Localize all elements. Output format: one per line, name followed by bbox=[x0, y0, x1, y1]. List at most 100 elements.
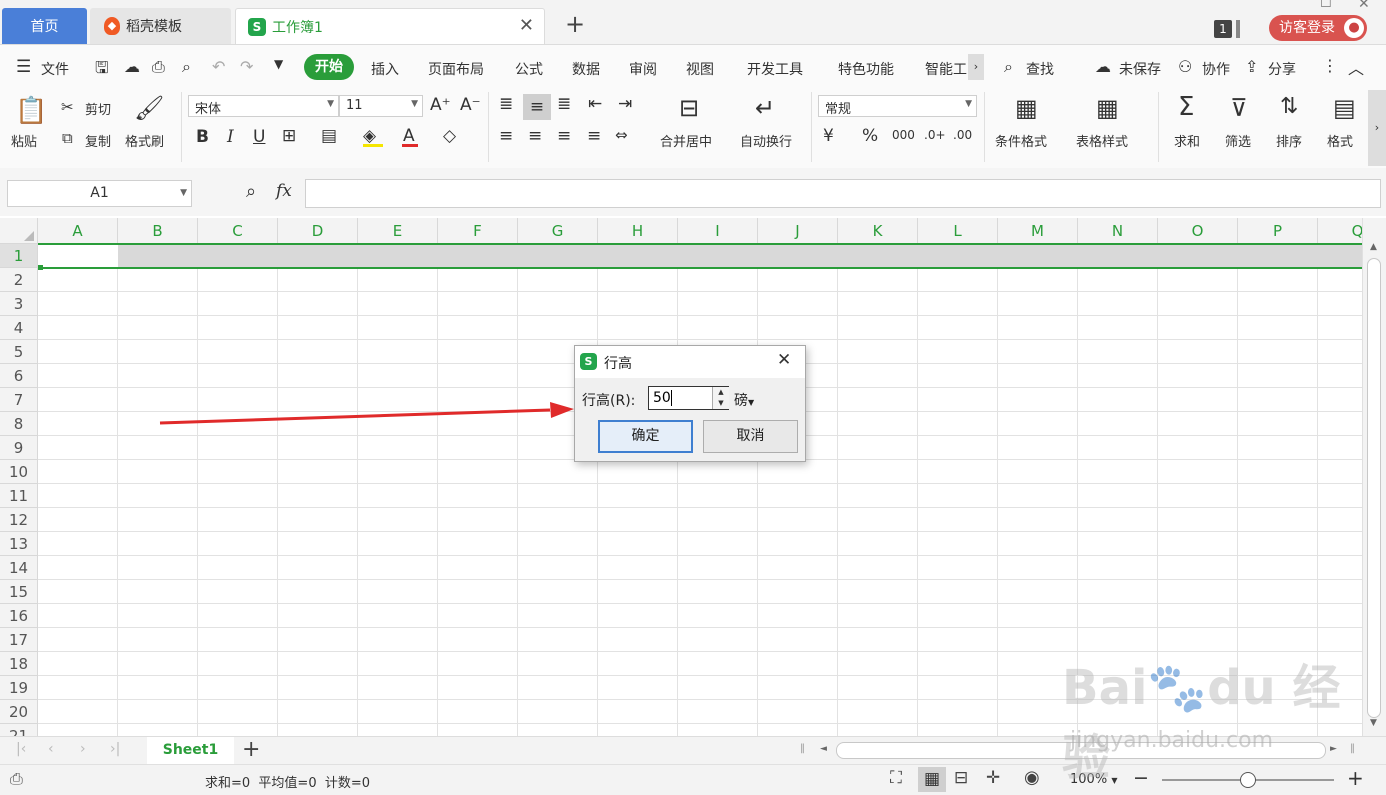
save-icon[interactable]: 🖫 bbox=[95, 57, 109, 84]
share-button[interactable]: 分享 bbox=[1268, 59, 1296, 79]
unit-select[interactable]: 磅▼ bbox=[734, 390, 754, 410]
column-header-b[interactable]: B bbox=[118, 218, 198, 244]
column-header-d[interactable]: D bbox=[278, 218, 358, 244]
column-header-m[interactable]: M bbox=[998, 218, 1078, 244]
unsaved-status[interactable]: 未保存 bbox=[1119, 59, 1161, 79]
fill-color-icon[interactable]: ◈ bbox=[363, 126, 376, 146]
align-left-icon[interactable]: ≡ bbox=[499, 126, 513, 146]
row-header-17[interactable]: 17 bbox=[0, 628, 38, 652]
column-header-a[interactable]: A bbox=[38, 218, 118, 244]
currency-icon[interactable]: ¥ bbox=[823, 126, 834, 146]
spin-down-icon[interactable]: ▼ bbox=[712, 398, 729, 409]
cut-button[interactable]: 剪切 bbox=[85, 99, 111, 118]
paste-button[interactable]: 粘贴 bbox=[11, 131, 37, 150]
split-handle-icon[interactable]: ‖ bbox=[800, 743, 805, 754]
align-center-icon[interactable]: ≡ bbox=[528, 126, 542, 146]
zoom-search-icon[interactable]: ⌕ bbox=[246, 181, 256, 202]
column-header-k[interactable]: K bbox=[838, 218, 918, 244]
align-middle-icon[interactable]: ≡ bbox=[523, 94, 551, 120]
row-header-5[interactable]: 5 bbox=[0, 340, 38, 364]
cloud-icon[interactable]: ☁ bbox=[124, 57, 140, 76]
sheet-tab-sheet1[interactable]: Sheet1 bbox=[147, 737, 234, 764]
maximize-icon[interactable]: ☐ bbox=[1320, 0, 1332, 11]
last-sheet-icon[interactable]: ›| bbox=[110, 741, 120, 757]
italic-icon[interactable]: I bbox=[227, 127, 234, 147]
align-right-icon[interactable]: ≡ bbox=[557, 126, 571, 146]
row-header-12[interactable]: 12 bbox=[0, 508, 38, 532]
collapse-ribbon-icon[interactable]: ︿ bbox=[1348, 55, 1364, 79]
copy-button[interactable]: 复制 bbox=[85, 131, 111, 150]
ribbon-tabs-scroll-right[interactable]: › bbox=[968, 54, 984, 80]
decrease-font-icon[interactable]: A⁻ bbox=[460, 95, 481, 115]
scroll-left-icon[interactable]: ◄ bbox=[820, 744, 827, 754]
tab-view[interactable]: 视图 bbox=[686, 59, 714, 79]
row-header-6[interactable]: 6 bbox=[0, 364, 38, 388]
tab-start[interactable]: 开始 bbox=[304, 54, 354, 80]
font-size-select[interactable]: 11 ▼ bbox=[339, 95, 423, 117]
ribbon-scroll-right[interactable]: › bbox=[1368, 90, 1386, 166]
row-header-2[interactable]: 2 bbox=[0, 268, 38, 292]
row-header-14[interactable]: 14 bbox=[0, 556, 38, 580]
column-header-g[interactable]: G bbox=[518, 218, 598, 244]
underline-icon[interactable]: U bbox=[253, 127, 265, 147]
row-header-18[interactable]: 18 bbox=[0, 652, 38, 676]
sort-button[interactable]: 排序 bbox=[1276, 131, 1302, 150]
row-header-10[interactable]: 10 bbox=[0, 460, 38, 484]
tab-insert[interactable]: 插入 bbox=[371, 59, 399, 79]
row-height-input[interactable]: 50 ▲ ▼ bbox=[648, 386, 729, 410]
hamburger-icon[interactable]: ☰ bbox=[16, 57, 31, 77]
fullscreen-icon[interactable]: ⛶ bbox=[890, 768, 902, 788]
close-tab-icon[interactable]: ✕ bbox=[519, 15, 534, 36]
tab-review[interactable]: 审阅 bbox=[629, 59, 657, 79]
row-header-3[interactable]: 3 bbox=[0, 292, 38, 316]
cancel-button[interactable]: 取消 bbox=[703, 420, 798, 453]
increase-decimal-icon[interactable]: .0+ bbox=[924, 128, 946, 142]
tab-developer[interactable]: 开发工具 bbox=[747, 59, 803, 79]
fill-handle[interactable] bbox=[38, 265, 43, 270]
align-top-icon[interactable]: ≣ bbox=[499, 94, 513, 114]
formula-input[interactable] bbox=[305, 179, 1381, 208]
sum-button[interactable]: 求和 bbox=[1174, 131, 1200, 150]
eye-protection-icon[interactable]: ◉ bbox=[1024, 767, 1040, 788]
justify-icon[interactable]: ≡ bbox=[587, 126, 601, 146]
row-header-7[interactable]: 7 bbox=[0, 388, 38, 412]
row-header-15[interactable]: 15 bbox=[0, 580, 38, 604]
next-sheet-icon[interactable]: › bbox=[80, 741, 86, 757]
row-header-8[interactable]: 8 bbox=[0, 412, 38, 436]
row-header-16[interactable]: 16 bbox=[0, 604, 38, 628]
column-header-h[interactable]: H bbox=[598, 218, 678, 244]
tab-data[interactable]: 数据 bbox=[572, 59, 600, 79]
column-header-p[interactable]: P bbox=[1238, 218, 1318, 244]
scroll-up-icon[interactable]: ▲ bbox=[1370, 242, 1377, 252]
name-box[interactable]: A1 ▼ bbox=[7, 180, 192, 207]
prev-sheet-icon[interactable]: ‹ bbox=[48, 741, 54, 757]
reading-mode-icon[interactable]: ✛ bbox=[986, 768, 1000, 788]
tab-smart[interactable]: 智能工 bbox=[925, 59, 967, 79]
font-color-icon[interactable]: A bbox=[403, 126, 415, 146]
column-header-n[interactable]: N bbox=[1078, 218, 1158, 244]
macro-record-icon[interactable]: ⎙ bbox=[10, 769, 23, 789]
row-header-1[interactable]: 1 bbox=[0, 244, 38, 268]
paste-icon[interactable]: 📋 bbox=[15, 96, 47, 126]
row-header-19[interactable]: 19 bbox=[0, 676, 38, 700]
add-sheet-button[interactable]: + bbox=[242, 737, 260, 762]
fx-icon[interactable]: fx bbox=[276, 181, 292, 201]
undo-icon[interactable]: ↶ bbox=[212, 57, 225, 76]
row-header-4[interactable]: 4 bbox=[0, 316, 38, 340]
menu-file[interactable]: 文件 bbox=[41, 59, 69, 79]
column-header-c[interactable]: C bbox=[198, 218, 278, 244]
format-button[interactable]: 格式 bbox=[1327, 131, 1353, 150]
normal-view-icon[interactable]: ▦ bbox=[918, 767, 946, 792]
window-count-badge[interactable]: 1 bbox=[1214, 20, 1232, 38]
row-header-13[interactable]: 13 bbox=[0, 532, 38, 556]
fill-style-icon[interactable]: ▤ bbox=[321, 126, 337, 146]
row-header-11[interactable]: 11 bbox=[0, 484, 38, 508]
tab-page-layout[interactable]: 页面布局 bbox=[428, 59, 484, 79]
table-style-button[interactable]: 表格样式 bbox=[1076, 131, 1128, 150]
column-header-l[interactable]: L bbox=[918, 218, 998, 244]
select-all-corner[interactable] bbox=[0, 218, 38, 244]
first-sheet-icon[interactable]: |‹ bbox=[16, 741, 26, 757]
page-break-view-icon[interactable]: ⊟ bbox=[954, 768, 968, 788]
column-header-o[interactable]: O bbox=[1158, 218, 1238, 244]
search-button[interactable]: 查找 bbox=[1026, 59, 1054, 79]
